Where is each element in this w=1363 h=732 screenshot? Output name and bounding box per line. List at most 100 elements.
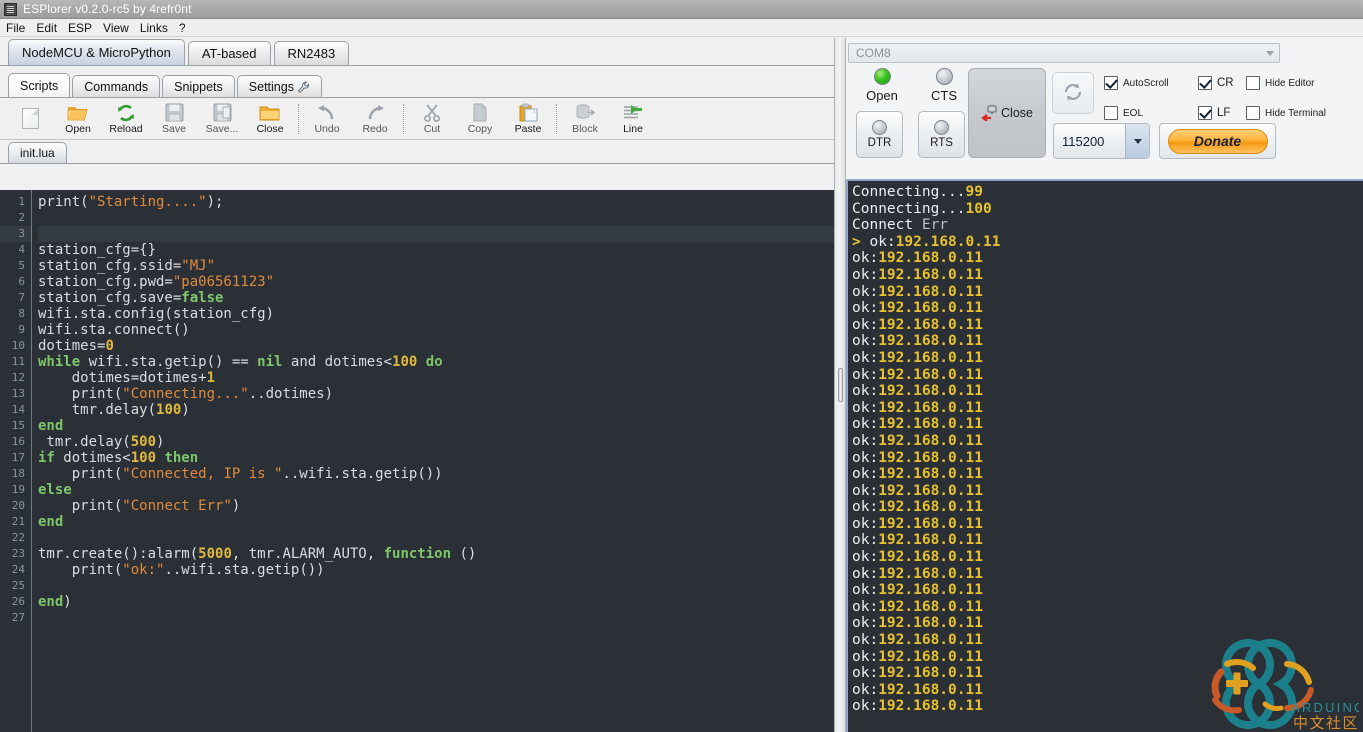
checkbox-hide-editor[interactable]: Hide Editor <box>1246 76 1314 90</box>
checkbox-box-icon[interactable] <box>1246 76 1260 90</box>
toolbar-line-button[interactable]: Line <box>609 99 657 139</box>
code-line[interactable]: station_cfg.ssid="MJ" <box>38 258 834 274</box>
code-line[interactable]: while wifi.sta.getip() == nil and dotime… <box>38 354 834 370</box>
checkbox-box-icon[interactable] <box>1198 76 1212 90</box>
menu-item-esp[interactable]: ESP <box>68 21 99 35</box>
serial-terminal-output[interactable]: Connecting...99 Connecting...100 Connect E… <box>848 181 1363 732</box>
toolbar-save-button[interactable]: Save... <box>198 99 246 139</box>
code-line[interactable]: dotimes=0 <box>38 338 834 354</box>
com-port-value: COM8 <box>856 46 891 60</box>
checkbox-eol[interactable]: EOL <box>1104 106 1143 120</box>
chevron-down-icon[interactable] <box>1261 50 1279 56</box>
checkbox-box-icon[interactable] <box>1246 106 1260 120</box>
code-editor[interactable]: 1 2 3 4 5 6 7 8 9 10 11 12 13 14 15 16 17 18 19 20 21 22 23 24 2… <box>0 190 834 732</box>
toolbar-new-button[interactable] <box>6 99 54 139</box>
terminal-token: ok: <box>852 549 879 566</box>
checkbox-hide-terminal[interactable]: Hide Terminal <box>1246 106 1326 120</box>
menu-item-file[interactable]: File <box>6 21 32 35</box>
com-port-select[interactable]: COM8 <box>848 43 1280 63</box>
protocol-tab-rn2483[interactable]: RN2483 <box>273 41 350 65</box>
menu-item-edit[interactable]: Edit <box>36 21 64 35</box>
code-line[interactable]: tmr.create():alarm(5000, tmr.ALARM_AUTO,… <box>38 546 834 562</box>
baud-rate-select[interactable]: 115200 <box>1053 123 1150 159</box>
code-line[interactable]: station_cfg.pwd="pa06561123" <box>38 274 834 290</box>
code-line[interactable]: station_cfg={} <box>38 242 834 258</box>
chevron-down-icon[interactable] <box>1125 124 1149 158</box>
protocol-tab-at-based[interactable]: AT-based <box>187 41 271 65</box>
tab-commands[interactable]: Commands <box>72 75 161 97</box>
toolbar-open-button[interactable]: Open <box>54 99 102 139</box>
menu-item-[interactable]: ? <box>179 21 193 35</box>
close-connection-button[interactable]: Close <box>968 68 1046 158</box>
line-number: 26 <box>11 595 25 608</box>
toolbar-separator <box>403 103 404 134</box>
protocol-tab-nodemcu-micropython[interactable]: NodeMCU & MicroPython <box>8 39 185 65</box>
checkbox-lf[interactable]: LF <box>1198 106 1230 120</box>
code-line[interactable]: print("Starting...."); <box>38 194 834 210</box>
code-line[interactable]: if dotimes<100 then <box>38 450 834 466</box>
code-line[interactable]: dotimes=dotimes+1 <box>38 370 834 386</box>
toolbar-close-button[interactable]: Close <box>246 99 294 139</box>
refresh-ports-button[interactable] <box>1052 72 1094 114</box>
terminal-line: Connect Err <box>852 217 1363 234</box>
code-line[interactable] <box>38 578 834 594</box>
code-line[interactable]: else <box>38 482 834 498</box>
splitter-grip[interactable] <box>838 368 843 402</box>
tab-scripts[interactable]: Scripts <box>8 73 71 97</box>
terminal-line: ok:192.168.0.11 <box>852 450 1363 467</box>
led-indicator-icon <box>873 68 891 85</box>
code-line[interactable]: print("Connected, IP is "..wifi.sta.geti… <box>38 466 834 482</box>
toolbar-block-button[interactable]: Block <box>561 99 609 139</box>
toolbar-button-label: Open <box>65 122 91 135</box>
code-line[interactable]: tmr.delay(500) <box>38 434 834 450</box>
checkbox-box-icon[interactable] <box>1104 106 1118 120</box>
code-line[interactable] <box>38 210 834 226</box>
toolbar-undo-button[interactable]: Undo <box>303 99 351 139</box>
menu-item-view[interactable]: View <box>103 21 136 35</box>
code-line[interactable]: tmr.delay(100) <box>38 402 834 418</box>
file-tab-init-lua[interactable]: init.lua <box>8 142 67 163</box>
code-area[interactable]: print("Starting...."); station_cfg={} sta… <box>32 190 834 732</box>
menu-item-links[interactable]: Links <box>140 21 175 35</box>
terminal-token: ok: <box>852 333 879 350</box>
tab-label: Commands <box>84 79 149 94</box>
terminal-line: ok:192.168.0.11 <box>852 698 1363 715</box>
terminal-token: ok: <box>852 665 879 682</box>
terminal-token: ok: <box>852 532 879 549</box>
checkbox-box-icon[interactable] <box>1198 106 1212 120</box>
code-line[interactable]: wifi.sta.connect() <box>38 322 834 338</box>
code-line[interactable] <box>38 530 834 546</box>
tab-snippets[interactable]: Snippets <box>162 75 235 97</box>
code-line[interactable]: print("ok:"..wifi.sta.getip()) <box>38 562 834 578</box>
terminal-line: Connecting...100 <box>852 201 1363 218</box>
toolbar-redo-button[interactable]: Redo <box>351 99 399 139</box>
code-token: wifi.sta.connect() <box>38 322 190 338</box>
code-line[interactable]: end <box>38 514 834 530</box>
dtr-toggle-button[interactable]: DTR <box>856 111 903 158</box>
code-line[interactable]: end <box>38 418 834 434</box>
panel-splitter[interactable] <box>834 38 846 732</box>
toolbar-reload-button[interactable]: Reload <box>102 99 150 139</box>
terminal-token: 192.168.0.11 <box>878 698 983 715</box>
checkbox-autoscroll[interactable]: AutoScroll <box>1104 76 1169 90</box>
toolbar-copy-button[interactable]: Copy <box>456 99 504 139</box>
code-line[interactable] <box>38 226 834 242</box>
toolbar-paste-button[interactable]: Paste <box>504 99 552 139</box>
code-line[interactable]: wifi.sta.config(station_cfg) <box>38 306 834 322</box>
donate-container: Donate <box>1159 123 1276 159</box>
serial-controls: Open CTS DTR RTS Close AutoScroll EOL CR… <box>846 66 1363 178</box>
code-line[interactable]: print("Connect Err") <box>38 498 834 514</box>
code-line[interactable]: end) <box>38 594 834 610</box>
rts-toggle-button[interactable]: RTS <box>918 111 965 158</box>
toolbar-save-button[interactable]: Save <box>150 99 198 139</box>
donate-button[interactable]: Donate <box>1167 128 1268 154</box>
terminal-token: 100 <box>965 200 992 217</box>
code-line[interactable]: print("Connecting..."..dotimes) <box>38 386 834 402</box>
tab-settings[interactable]: Settings <box>236 75 322 97</box>
checkbox-box-icon[interactable] <box>1104 76 1118 90</box>
code-line[interactable] <box>38 610 834 626</box>
terminal-token: 192.168.0.11 <box>878 399 983 416</box>
code-line[interactable]: station_cfg.save=false <box>38 290 834 306</box>
toolbar-cut-button[interactable]: Cut <box>408 99 456 139</box>
checkbox-cr[interactable]: CR <box>1198 76 1234 90</box>
